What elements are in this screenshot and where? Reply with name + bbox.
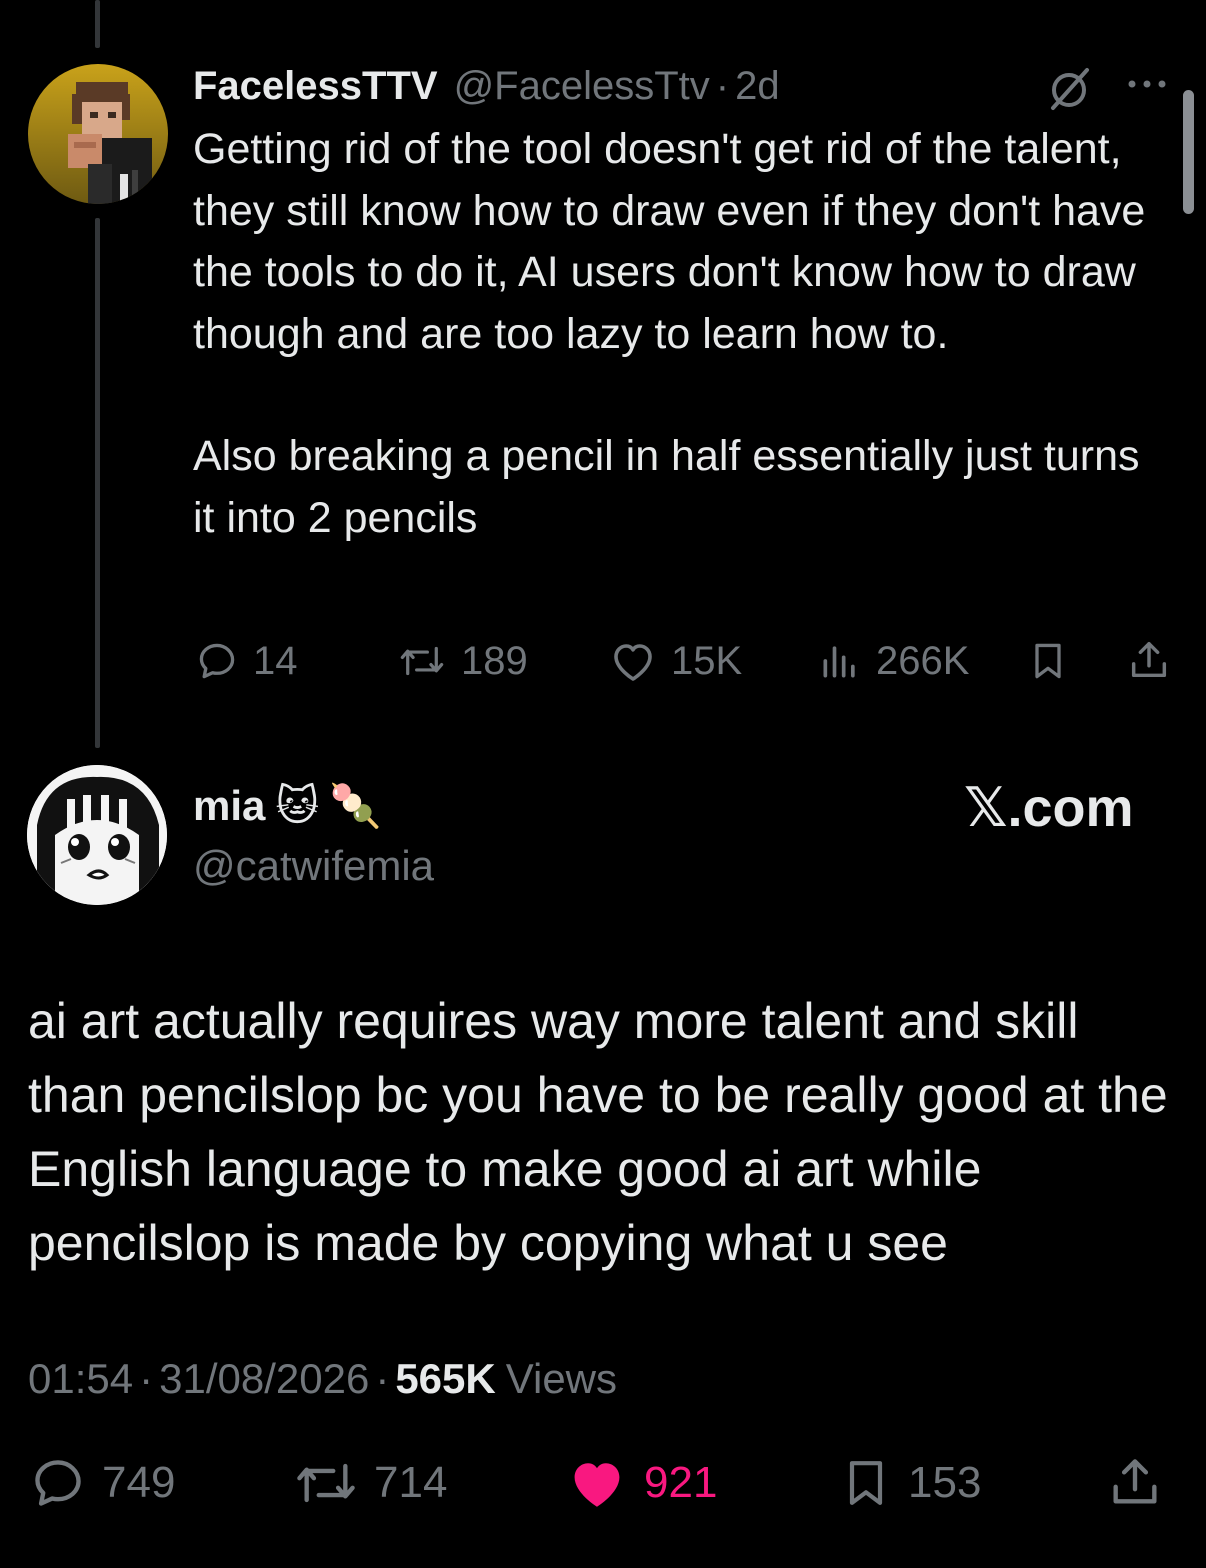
tweet-time[interactable]: 01:54: [28, 1352, 133, 1406]
like-button[interactable]: 15K: [609, 638, 742, 684]
share-icon: [1131, 641, 1167, 678]
share-button[interactable]: [1126, 636, 1172, 684]
views-count: 266K: [876, 638, 970, 683]
bookmark-button[interactable]: 153: [838, 1454, 981, 1512]
reply-button[interactable]: 14: [195, 638, 298, 684]
repost-icon: [400, 646, 444, 676]
scrollbar[interactable]: [1183, 90, 1194, 214]
grok-icon[interactable]: [1045, 64, 1095, 114]
views-button[interactable]: 266K: [818, 638, 969, 684]
handle[interactable]: @FacelessTtv: [454, 62, 710, 110]
reply-count: 14: [253, 638, 298, 683]
main-tweet-header: mia 🐱 🍡: [193, 780, 381, 832]
reply-count: 749: [102, 1458, 176, 1507]
reply-icon: [199, 643, 235, 679]
tweet-paragraph: Also breaking a pencil in half essential…: [193, 432, 1140, 542]
reply-button[interactable]: 749: [28, 1454, 175, 1512]
main-tweet-text: ai art actually requires way more talent…: [28, 993, 1168, 1271]
tweet-date[interactable]: 31/08/2026: [159, 1352, 369, 1406]
repost-count: 714: [374, 1458, 448, 1507]
views-count: 565K: [395, 1355, 496, 1402]
thread-line-top: [95, 0, 100, 48]
like-count: 15K: [671, 638, 743, 683]
avatar[interactable]: [27, 765, 167, 905]
like-count: 921: [644, 1458, 718, 1507]
dango-emoji-icon: 🍡: [329, 782, 382, 829]
thread-line: [95, 218, 100, 748]
views-label: Views: [505, 1355, 618, 1402]
heart-filled-icon: [574, 1463, 620, 1507]
bookmark-count: 153: [908, 1458, 982, 1507]
tweet-text: Getting rid of the tool doesn't get rid …: [193, 119, 1153, 549]
reply-icon: [35, 1460, 81, 1506]
like-button[interactable]: 921: [564, 1454, 717, 1512]
separator: ·: [375, 1355, 390, 1402]
separator: ·: [139, 1355, 154, 1402]
repost-count: 189: [461, 638, 528, 683]
manga-girl-avatar-icon: [27, 765, 167, 905]
tweet-meta: 01:54 · 31/08/2026 · 565K Views: [28, 1352, 617, 1406]
handle[interactable]: @catwifemia: [193, 840, 434, 892]
separator: ·: [715, 64, 730, 108]
pixel-art-avatar-icon: [28, 64, 168, 204]
share-icon: [1113, 1459, 1157, 1504]
bookmark-icon: [1035, 643, 1061, 679]
cat-emoji-icon: 🐱: [275, 782, 320, 829]
display-name[interactable]: FacelessTTV: [193, 62, 438, 110]
bookmark-button[interactable]: [1026, 638, 1070, 684]
repost-button[interactable]: 714: [292, 1454, 447, 1512]
heart-icon: [614, 644, 652, 681]
tweet-paragraph: Getting rid of the tool doesn't get rid …: [193, 125, 1146, 358]
more-icon[interactable]: [1122, 74, 1172, 94]
display-name[interactable]: mia: [193, 780, 265, 832]
repost-icon: [297, 1463, 355, 1503]
analytics-icon: [823, 646, 855, 678]
bookmark-icon: [849, 1461, 883, 1505]
brand-logo: 𝕏.com: [964, 778, 1134, 838]
parent-tweet-header: FacelessTTV @FacelessTtv · 2d: [193, 62, 780, 110]
repost-button[interactable]: 189: [397, 638, 528, 684]
timestamp[interactable]: 2d: [735, 62, 780, 110]
share-button[interactable]: [1106, 1452, 1164, 1512]
avatar[interactable]: [28, 64, 168, 204]
